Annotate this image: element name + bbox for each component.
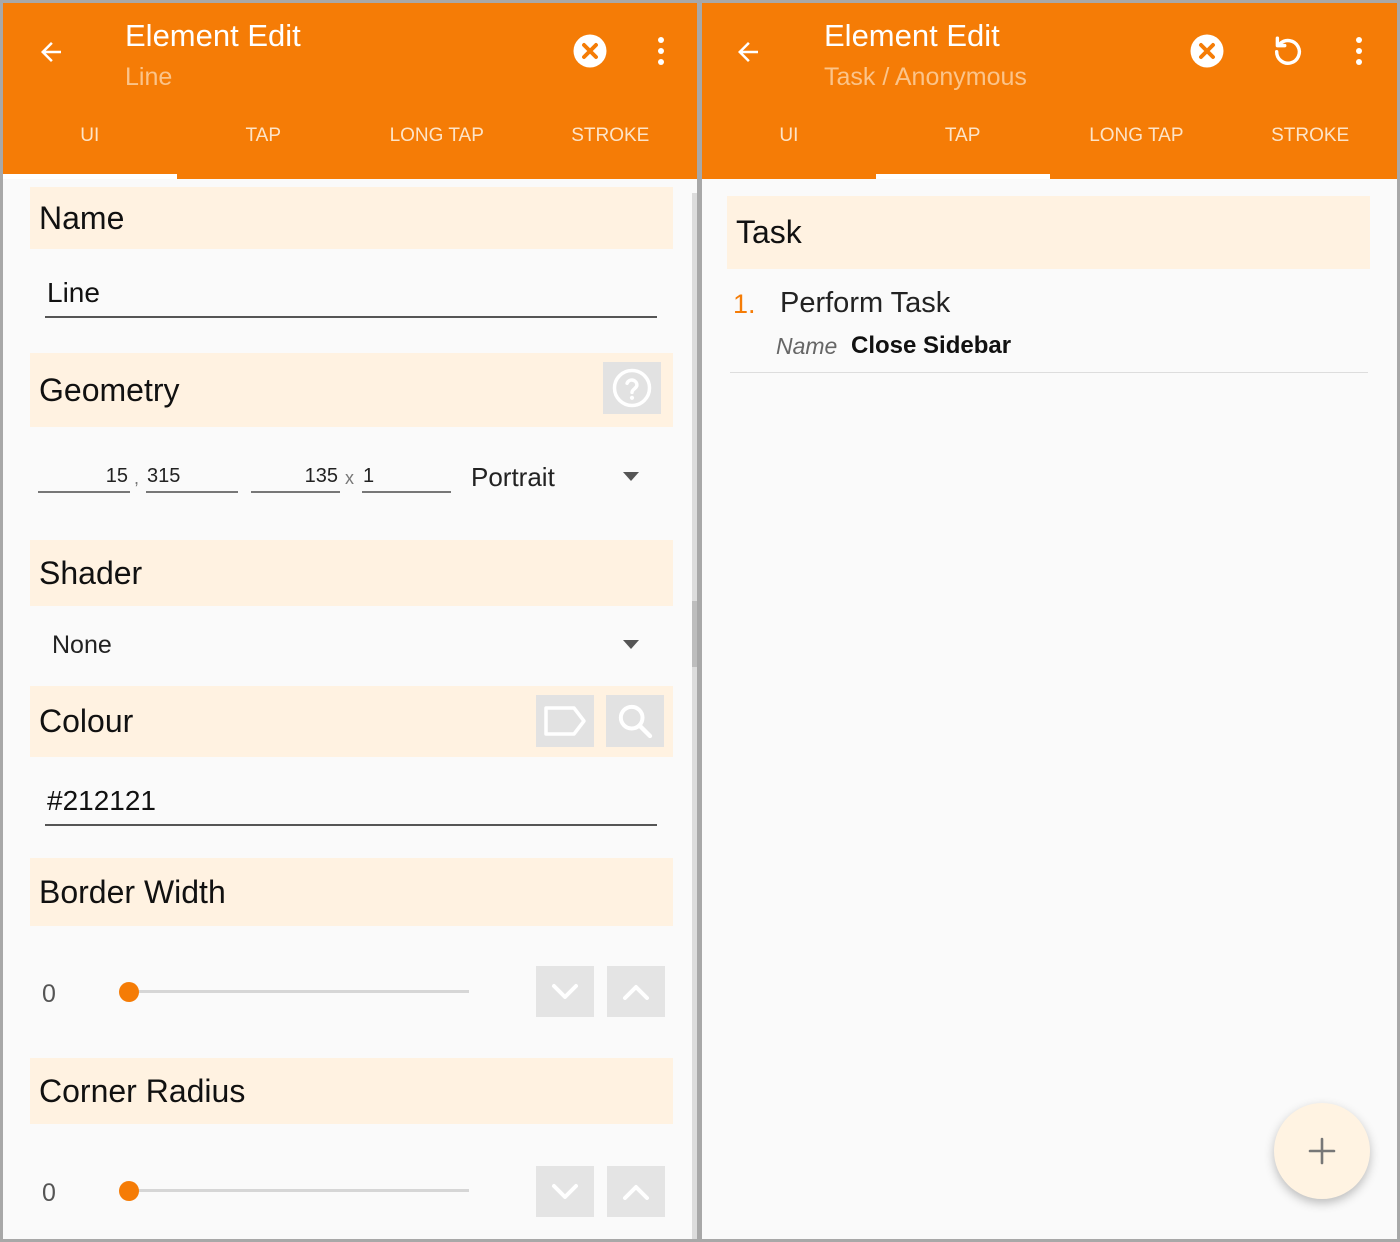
shader-dropdown-arrow[interactable] bbox=[623, 640, 639, 649]
tab-bar: UI TAP LONG TAP STROKE bbox=[3, 115, 697, 179]
shader-section-header: Shader bbox=[30, 540, 673, 606]
task-item-number: 1. bbox=[733, 289, 756, 319]
app-bar: Element Edit Task / Anonymous UI TAP LON… bbox=[702, 3, 1397, 179]
geometry-x-input[interactable]: 15 bbox=[38, 461, 130, 493]
tab-tap[interactable]: TAP bbox=[177, 115, 351, 179]
tab-ui[interactable]: UI bbox=[3, 115, 177, 179]
app-subtitle: Task / Anonymous bbox=[824, 63, 1027, 91]
corner-radius-value: 0 bbox=[42, 1179, 56, 1207]
tab-stroke[interactable]: STROKE bbox=[1223, 115, 1397, 179]
tab-tap[interactable]: TAP bbox=[875, 115, 1050, 179]
app-subtitle: Line bbox=[125, 63, 173, 91]
geometry-y-input[interactable]: 315 bbox=[146, 461, 238, 493]
task-list-item[interactable]: 1. Perform Task Name Close Sidebar bbox=[730, 275, 1368, 373]
orientation-dropdown-arrow[interactable] bbox=[623, 472, 639, 481]
geometry-width-input[interactable]: 135 bbox=[251, 461, 340, 493]
corner-radius-increment-button[interactable] bbox=[607, 1166, 665, 1217]
border-width-section-title: Border Width bbox=[39, 873, 226, 910]
orientation-select[interactable]: Portrait bbox=[471, 462, 555, 493]
task-section-title: Task bbox=[736, 214, 802, 250]
corner-radius-decrement-button[interactable] bbox=[536, 1166, 594, 1217]
back-button[interactable] bbox=[29, 30, 73, 74]
tab-bar: UI TAP LONG TAP STROKE bbox=[702, 115, 1397, 179]
scrollbar-track[interactable] bbox=[692, 193, 697, 1239]
tab-long-tap[interactable]: LONG TAP bbox=[1050, 115, 1224, 179]
chevron-up-icon bbox=[623, 984, 649, 1000]
name-section-header: Name bbox=[30, 187, 673, 249]
close-circle-icon bbox=[573, 34, 607, 68]
task-item-param-label: Name bbox=[776, 333, 838, 359]
border-width-section-header: Border Width bbox=[30, 858, 673, 926]
task-section-header: Task bbox=[727, 196, 1370, 269]
corner-radius-slider-track[interactable] bbox=[127, 1189, 469, 1192]
geometry-section-title: Geometry bbox=[39, 371, 180, 408]
app-title: Element Edit bbox=[824, 18, 1000, 53]
geometry-height-input[interactable]: 1 bbox=[362, 461, 451, 493]
add-action-button[interactable] bbox=[1274, 1103, 1370, 1199]
geometry-section-header: Geometry bbox=[30, 353, 673, 427]
geometry-size-separator: x bbox=[345, 468, 354, 488]
chevron-down-icon bbox=[552, 1183, 578, 1199]
help-circle-icon bbox=[612, 368, 652, 408]
arrow-left-icon bbox=[41, 42, 61, 62]
border-width-value: 0 bbox=[42, 980, 56, 1008]
colour-input[interactable]: #212121 bbox=[45, 785, 657, 826]
geometry-pos-separator: , bbox=[134, 468, 140, 488]
name-section-title: Name bbox=[39, 199, 125, 236]
more-vert-icon bbox=[1356, 37, 1362, 65]
shader-section-title: Shader bbox=[39, 554, 143, 591]
app-title: Element Edit bbox=[125, 18, 301, 53]
right-panel: Element Edit Task / Anonymous UI TAP LON… bbox=[702, 3, 1397, 1239]
cancel-button[interactable] bbox=[1185, 29, 1229, 73]
border-width-increment-button[interactable] bbox=[607, 966, 665, 1017]
shader-select[interactable]: None bbox=[52, 631, 112, 660]
corner-radius-slider-thumb[interactable] bbox=[119, 1181, 139, 1201]
close-circle-icon bbox=[1190, 34, 1224, 68]
label-icon bbox=[544, 706, 586, 736]
name-input[interactable]: Line bbox=[45, 277, 657, 318]
scrollbar-thumb[interactable] bbox=[692, 601, 697, 667]
colour-section-header: Colour bbox=[30, 686, 673, 757]
title-block: Element Edit Line bbox=[125, 17, 301, 96]
corner-radius-section-header: Corner Radius bbox=[30, 1058, 673, 1124]
help-button[interactable] bbox=[603, 362, 661, 414]
tab-stroke[interactable]: STROKE bbox=[524, 115, 698, 179]
overflow-menu-button[interactable] bbox=[639, 29, 683, 73]
more-vert-icon bbox=[658, 37, 664, 65]
undo-icon bbox=[1274, 36, 1302, 65]
cancel-button[interactable] bbox=[568, 29, 612, 73]
tab-long-tap[interactable]: LONG TAP bbox=[350, 115, 524, 179]
colour-tag-button[interactable] bbox=[536, 695, 594, 747]
border-width-slider-thumb[interactable] bbox=[119, 982, 139, 1002]
undo-button[interactable] bbox=[1266, 29, 1310, 73]
tab-ui[interactable]: UI bbox=[702, 115, 876, 179]
chevron-up-icon bbox=[623, 1184, 649, 1200]
arrow-left-icon bbox=[738, 42, 758, 62]
colour-section-title: Colour bbox=[39, 703, 134, 739]
colour-search-button[interactable] bbox=[606, 695, 664, 747]
left-panel: Element Edit Line UI TAP LONG TAP STROKE… bbox=[3, 3, 697, 1239]
back-button[interactable] bbox=[726, 30, 770, 74]
app-bar: Element Edit Line UI TAP LONG TAP STROKE bbox=[3, 3, 697, 179]
task-item-param-value: Close Sidebar bbox=[851, 332, 1012, 359]
search-icon bbox=[618, 704, 653, 739]
chevron-down-icon bbox=[552, 983, 578, 999]
overflow-menu-button[interactable] bbox=[1337, 29, 1381, 73]
border-width-slider-track[interactable] bbox=[127, 990, 469, 993]
title-block: Element Edit Task / Anonymous bbox=[824, 17, 1027, 96]
plus-icon bbox=[1308, 1137, 1336, 1165]
corner-radius-section-title: Corner Radius bbox=[39, 1072, 246, 1109]
task-item-action: Perform Task bbox=[780, 287, 951, 319]
border-width-decrement-button[interactable] bbox=[536, 966, 594, 1017]
